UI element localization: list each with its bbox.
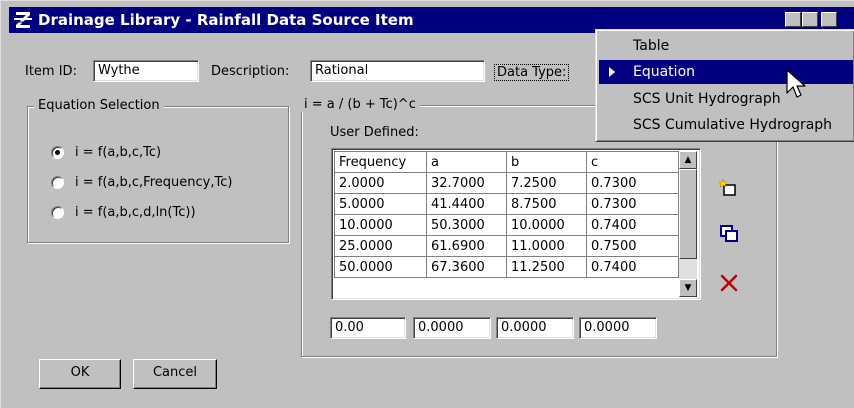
table-cell[interactable]: 41.4400	[426, 193, 507, 215]
table-cell[interactable]: 50.3000	[426, 214, 507, 236]
radio-selected-dot	[55, 150, 60, 155]
table-cell[interactable]: 0.7400	[586, 214, 679, 236]
c-entry-field[interactable]: 0.0000	[579, 317, 657, 339]
radio-button[interactable]	[51, 206, 64, 219]
table-cell[interactable]: 61.6900	[426, 235, 507, 257]
table-row[interactable]: 50.0000 67.3600 11.2500 0.7400	[334, 256, 679, 278]
table-header-row: Frequency a b c	[334, 151, 679, 173]
table-vertical-scrollbar[interactable]: ▲ ▼	[679, 151, 697, 297]
equation-title: i = a / (b + Tc)^c	[300, 97, 420, 112]
menu-item-scs-unit-hydrograph[interactable]: SCS Unit Hydrograph	[599, 87, 853, 111]
table-cell[interactable]: 5.0000	[334, 193, 427, 215]
scroll-up-button[interactable]: ▲	[679, 151, 697, 169]
table-row[interactable]: 10.0000 50.3000 10.0000 0.7400	[334, 214, 679, 236]
description-field[interactable]: Rational	[310, 60, 485, 82]
table-cell[interactable]: 8.7500	[506, 193, 587, 215]
maximize-button[interactable]	[802, 12, 818, 27]
table-row[interactable]: 25.0000 61.6900 11.0000 0.7500	[334, 235, 679, 257]
column-header[interactable]: b	[506, 151, 587, 173]
description-label: Description:	[211, 64, 290, 79]
equation-selection-title: Equation Selection	[34, 98, 164, 113]
table-row[interactable]: 5.0000 41.4400 8.7500 0.7300	[334, 193, 679, 215]
table-cell[interactable]: 25.0000	[334, 235, 427, 257]
table-cell[interactable]: 2.0000	[334, 172, 427, 194]
table-row[interactable]: 2.0000 32.7000 7.2500 0.7300	[334, 172, 679, 194]
submenu-arrow-icon	[609, 67, 615, 77]
app-logo-icon	[14, 12, 32, 28]
frequency-entry-field[interactable]: 0.00	[330, 317, 406, 339]
table-cell[interactable]: 7.2500	[506, 172, 587, 194]
radio-option-label: i = f(a,b,c,d,ln(Tc))	[75, 205, 196, 220]
mouse-pointer-icon	[786, 69, 806, 98]
dialog-window: Drainage Library - Rainfall Data Source …	[0, 0, 854, 408]
table-cell[interactable]: 11.0000	[506, 235, 587, 257]
data-type-dropdown-menu: Table Equation SCS Unit Hydrograph SCS C…	[595, 29, 854, 142]
table-cell[interactable]: 0.7300	[586, 172, 679, 194]
table-cell[interactable]: 67.3600	[426, 256, 507, 278]
radio-option-label: i = f(a,b,c,Tc)	[75, 145, 162, 160]
a-entry-field[interactable]: 0.0000	[413, 317, 491, 339]
delete-row-icon[interactable]	[718, 272, 740, 294]
cancel-button[interactable]: Cancel	[133, 359, 217, 389]
menu-item-label: Equation	[633, 64, 696, 80]
ok-button[interactable]: OK	[39, 359, 121, 389]
item-id-label: Item ID:	[25, 64, 77, 79]
close-button[interactable]	[821, 12, 837, 27]
table-cell[interactable]: 32.7000	[426, 172, 507, 194]
copy-row-icon[interactable]	[718, 223, 740, 245]
rainfall-table: Frequency a b c 2.0000 32.7000 7.2500 0.…	[334, 151, 679, 278]
column-header[interactable]: a	[426, 151, 507, 173]
data-type-label[interactable]: Data Type:	[494, 64, 570, 81]
scroll-down-button[interactable]: ▼	[679, 279, 697, 297]
column-header[interactable]: c	[586, 151, 679, 173]
menu-item-table[interactable]: Table	[599, 34, 853, 58]
radio-option-label: i = f(a,b,c,Frequency,Tc)	[75, 175, 233, 190]
window-title: Drainage Library - Rainfall Data Source …	[38, 11, 414, 29]
menu-item-equation[interactable]: Equation	[599, 60, 853, 84]
scroll-thumb[interactable]	[679, 169, 697, 259]
table-cell[interactable]: 10.0000	[506, 214, 587, 236]
column-header[interactable]: Frequency	[334, 151, 427, 173]
table-cell[interactable]: 0.7500	[586, 235, 679, 257]
table-cell[interactable]: 10.0000	[334, 214, 427, 236]
table-cell[interactable]: 0.7400	[586, 256, 679, 278]
radio-button[interactable]	[51, 146, 64, 159]
table-cell[interactable]: 11.2500	[506, 256, 587, 278]
item-id-field[interactable]: Wythe	[93, 60, 199, 82]
minimize-button[interactable]	[785, 12, 801, 27]
table-cell[interactable]: 50.0000	[334, 256, 427, 278]
table-cell[interactable]: 0.7300	[586, 193, 679, 215]
radio-button[interactable]	[51, 176, 64, 189]
add-row-icon[interactable]	[718, 177, 740, 199]
b-entry-field[interactable]: 0.0000	[496, 317, 574, 339]
rainfall-data-grid[interactable]: Frequency a b c 2.0000 32.7000 7.2500 0.…	[331, 148, 701, 300]
menu-item-scs-cumulative-hydrograph[interactable]: SCS Cumulative Hydrograph	[599, 113, 853, 137]
user-defined-label: User Defined:	[330, 125, 419, 140]
